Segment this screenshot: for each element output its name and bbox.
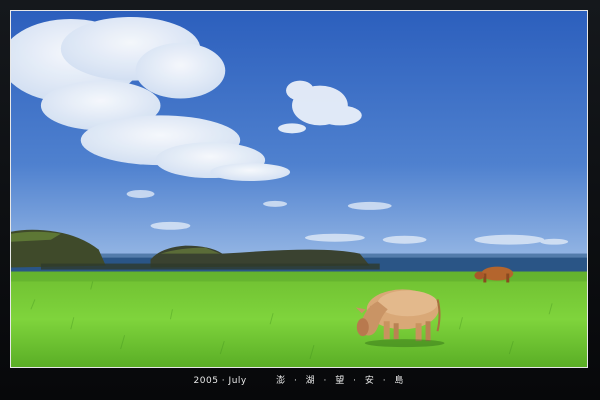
- landscape-scene: [11, 11, 587, 367]
- landscape-photo: [10, 10, 588, 368]
- photo-caption: 2005 · July 澎 · 湖 · 望 · 安 · 島: [0, 373, 600, 391]
- caption-date: 2005 · July: [193, 376, 247, 386]
- caption-place: 澎 · 湖 · 望 · 安 · 島: [276, 376, 407, 386]
- grass-field: [11, 271, 587, 367]
- photo-frame: 2005 · July 澎 · 湖 · 望 · 安 · 島: [0, 0, 600, 400]
